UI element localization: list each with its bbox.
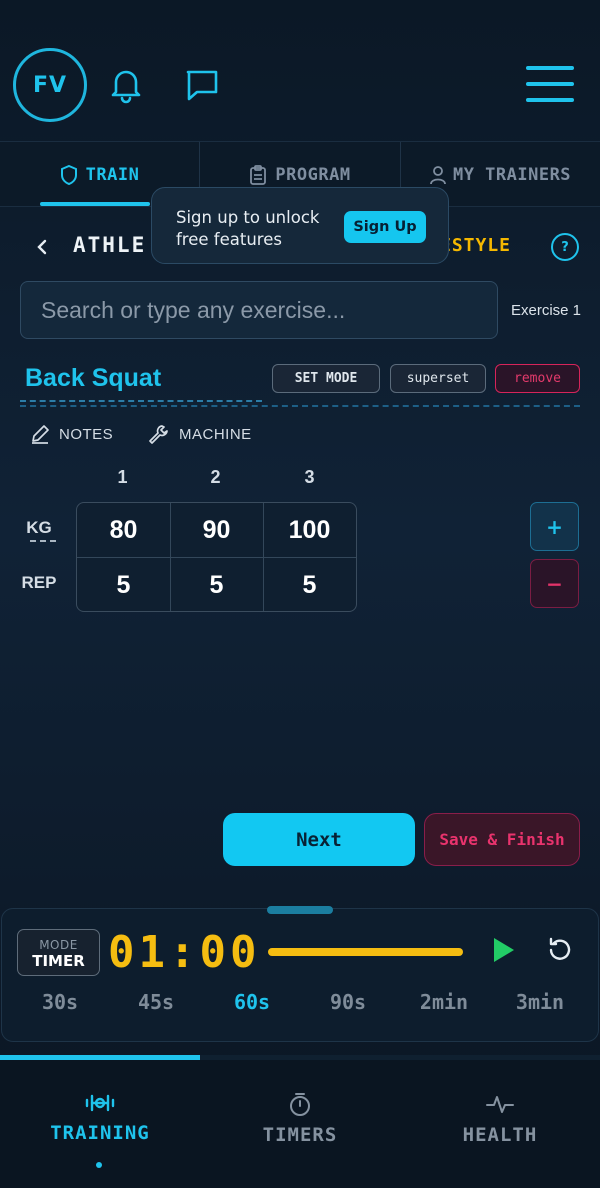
workout-mode-title[interactable]: ATHLE — [73, 233, 146, 257]
avatar-initials: FV — [32, 72, 68, 98]
signup-button[interactable]: Sign Up — [344, 211, 426, 243]
preset-3min[interactable]: 3min — [492, 990, 588, 1014]
remove-set-button[interactable]: − — [530, 559, 579, 608]
weight-cell[interactable]: 80 — [77, 503, 170, 557]
set-number: 2 — [210, 467, 221, 487]
nav-training[interactable]: TRAINING — [0, 1092, 200, 1144]
set-number: 3 — [304, 467, 315, 487]
nav-active-indicator — [0, 1055, 200, 1060]
weight-unit-label[interactable]: KG — [20, 518, 58, 538]
sets-table: 80 90 100 5 5 5 — [76, 502, 357, 612]
mode-value: TIMER — [32, 951, 85, 970]
reps-cell[interactable]: 5 — [170, 558, 263, 611]
machine-label: MACHINE — [179, 425, 252, 443]
search-input[interactable] — [21, 282, 497, 338]
exercise-name[interactable]: Back Squat — [25, 364, 161, 393]
save-finish-button[interactable]: Save & Finish — [424, 813, 580, 866]
set-number: 1 — [117, 467, 128, 487]
nav-label: TRAINING — [50, 1122, 150, 1144]
tab-label: MY TRAINERS — [452, 165, 572, 185]
exercise-search — [20, 281, 498, 339]
clipboard-icon — [250, 165, 267, 185]
preset-90s[interactable]: 90s — [300, 990, 396, 1014]
tooltip-text: Sign up to unlock free features — [176, 208, 320, 249]
dumbbell-icon — [85, 1094, 115, 1112]
nav-timers[interactable]: TIMERS — [200, 1092, 400, 1146]
menu-icon[interactable] — [526, 66, 574, 104]
weight-cell[interactable]: 90 — [170, 503, 263, 557]
tab-label: TRAIN — [85, 165, 140, 185]
play-icon[interactable] — [494, 938, 514, 962]
shield-icon — [60, 165, 77, 185]
mode-caption: MODE — [39, 937, 78, 952]
stopwatch-icon — [290, 1093, 310, 1116]
reset-icon[interactable] — [545, 935, 575, 965]
add-set-button[interactable]: + — [530, 502, 579, 551]
help-label: ? — [561, 239, 569, 255]
active-dot — [96, 1162, 102, 1168]
wrench-icon — [149, 425, 168, 444]
superset-button[interactable]: superset — [390, 364, 486, 393]
heartbeat-icon — [486, 1096, 514, 1113]
bell-icon[interactable] — [108, 66, 144, 104]
back-chevron-icon[interactable] — [32, 236, 52, 258]
notes-label: NOTES — [59, 425, 114, 443]
exercise-number: Exercise 1 — [511, 302, 582, 319]
next-button[interactable]: Next — [223, 813, 415, 866]
set-mode-button[interactable]: SET MODE — [272, 364, 380, 393]
weight-cell[interactable]: 100 — [263, 503, 356, 557]
preset-30s[interactable]: 30s — [12, 990, 108, 1014]
pencil-icon — [32, 425, 49, 444]
nav-health[interactable]: HEALTH — [400, 1092, 600, 1146]
tab-active-indicator — [40, 202, 150, 206]
reps-cell[interactable]: 5 — [77, 558, 170, 611]
timer-display: 01:00 — [108, 927, 261, 978]
unit-underline — [30, 540, 56, 542]
divider — [20, 405, 580, 407]
timer-drag-handle[interactable] — [267, 906, 333, 914]
preset-60s[interactable]: 60s — [204, 990, 300, 1014]
machine-button[interactable]: MACHINE — [148, 424, 252, 444]
freestyle-mode-label[interactable]: ESTYLE — [440, 235, 511, 256]
preset-45s[interactable]: 45s — [108, 990, 204, 1014]
nav-label: TIMERS — [262, 1124, 338, 1146]
avatar[interactable]: FV — [13, 48, 87, 122]
user-icon — [430, 166, 446, 185]
timer-progress-bar — [268, 948, 463, 956]
reps-cell[interactable]: 5 — [263, 558, 356, 611]
signup-tooltip: Sign up to unlock free features Sign Up — [151, 187, 449, 264]
nav-label: HEALTH — [462, 1124, 538, 1146]
reps-label: REP — [21, 573, 57, 592]
help-button[interactable]: ? — [551, 233, 579, 261]
remove-exercise-button[interactable]: remove — [495, 364, 580, 393]
title-underline — [20, 400, 262, 402]
notes-button[interactable]: NOTES — [30, 424, 113, 444]
tab-label: PROGRAM — [275, 165, 351, 185]
chat-icon[interactable] — [184, 66, 220, 104]
preset-2min[interactable]: 2min — [396, 990, 492, 1014]
timer-mode-button[interactable]: MODE TIMER — [17, 929, 100, 976]
